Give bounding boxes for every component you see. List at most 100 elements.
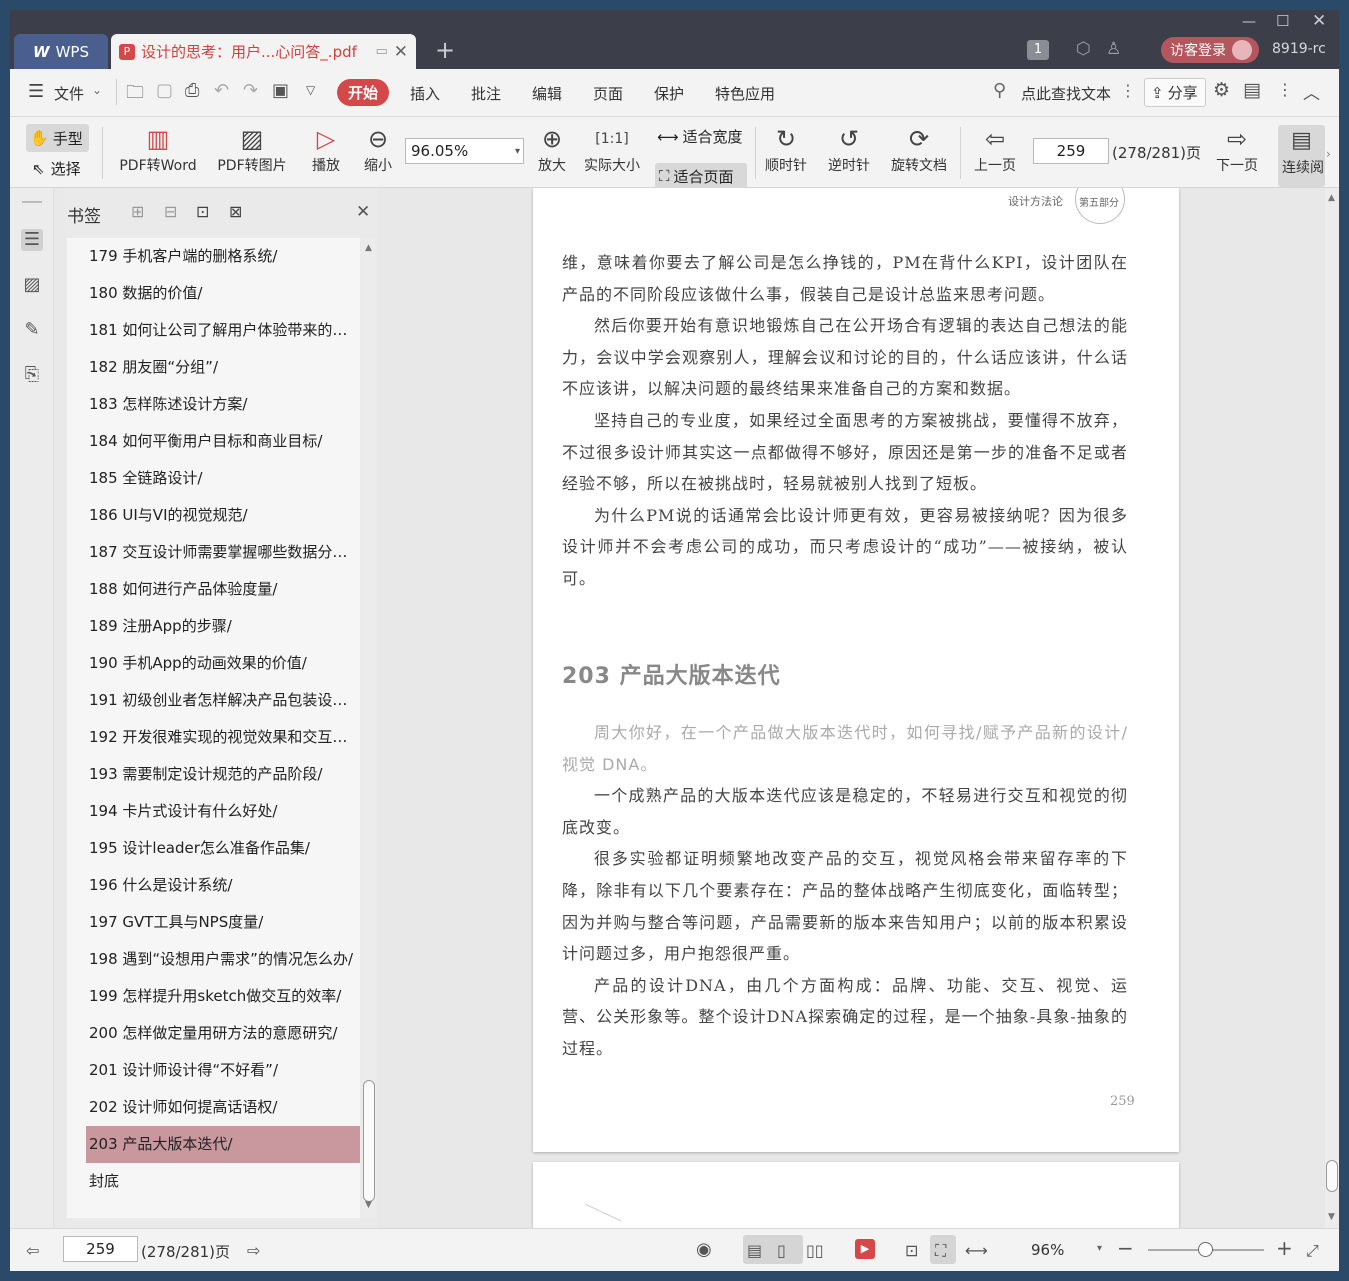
screen-icon[interactable]: ▭ xyxy=(375,44,387,59)
bookmark-item[interactable]: 191 初级创业者怎样解决产品包装设计问题/ xyxy=(67,682,360,719)
bookmark-item[interactable]: 封底 xyxy=(67,1163,360,1200)
new-tab-icon[interactable]: + xyxy=(435,36,455,64)
close-panel-icon[interactable]: ✕ xyxy=(356,202,370,222)
status-page-input[interactable]: 259 xyxy=(63,1236,138,1262)
eye-protection-icon[interactable]: ◉ xyxy=(696,1239,712,1260)
expand-all-icon[interactable]: ⊞ xyxy=(131,202,144,221)
zoom-in-button[interactable]: ⊕ 放大 xyxy=(532,123,572,175)
bookmark-item[interactable]: 187 交互设计师需要掌握哪些数据分析方法/ xyxy=(67,534,360,571)
tab-special[interactable]: 特色应用 xyxy=(715,83,775,104)
bookmark-item[interactable]: 184 如何平衡用户目标和商业目标/ xyxy=(67,423,360,460)
bookmark-item[interactable]: 201 设计师设计得“不好看”/ xyxy=(67,1052,360,1089)
next-page-arrow-icon[interactable]: ⇨ xyxy=(247,1241,260,1260)
bookmark-item[interactable]: 195 设计leader怎么准备作品集/ xyxy=(67,830,360,867)
fit-width-icon[interactable]: ⟷ xyxy=(965,1241,988,1260)
tab-annotate[interactable]: 批注 xyxy=(471,83,501,104)
file-menu[interactable]: 文件 xyxy=(54,83,84,104)
bookmark-item[interactable]: 189 注册App的步骤/ xyxy=(67,608,360,645)
bookmark-item[interactable]: 193 需要制定设计规范的产品阶段/ xyxy=(67,756,360,793)
thumbnail-icon[interactable]: ▨ xyxy=(21,274,43,296)
save-icon[interactable]: ▢ xyxy=(156,80,173,101)
undo-icon[interactable]: ↶ xyxy=(214,80,229,101)
bookmark-item[interactable]: 186 UI与VI的视觉规范/ xyxy=(67,497,360,534)
print-icon[interactable]: ⎙ xyxy=(185,80,199,101)
collapse-ribbon-icon[interactable]: ︿ xyxy=(1303,79,1320,104)
zoom-plus-icon[interactable]: + xyxy=(1276,1236,1293,1260)
double-page-view-icon[interactable]: ▯▯ xyxy=(806,1241,824,1260)
bookmark-item[interactable]: 194 卡片式设计有什么好处/ xyxy=(67,793,360,830)
attachment-icon[interactable]: ⎘ xyxy=(21,364,43,386)
bookmark-item[interactable]: 179 手机客户端的删格系统/ xyxy=(67,238,360,275)
window-count-badge[interactable]: 1 xyxy=(1027,40,1049,60)
tab-edit[interactable]: 编辑 xyxy=(532,83,562,104)
more-dropdown-icon[interactable]: ▽ xyxy=(306,83,315,97)
play-button[interactable]: ▷ 播放 xyxy=(306,123,346,175)
skin-icon[interactable]: ⬡ xyxy=(1076,39,1091,59)
rotate-document-button[interactable]: ⟳ 旋转文档 xyxy=(886,123,952,175)
zoom-slider-thumb[interactable] xyxy=(1198,1242,1213,1257)
bookmark-item[interactable]: 198 遇到“设想用户需求”的情况怎么办/ xyxy=(67,941,360,978)
scroll-thumb[interactable] xyxy=(1326,1160,1338,1192)
close-window-icon[interactable]: ✕ xyxy=(1312,11,1326,31)
zoom-minus-icon[interactable]: − xyxy=(1117,1236,1134,1260)
toolbar-scroll-right-icon[interactable]: › xyxy=(1326,147,1331,161)
tab-start[interactable]: 开始 xyxy=(337,79,390,106)
maximize-icon[interactable]: ☐ xyxy=(1276,12,1289,30)
continuous-view-icon[interactable]: ▤ xyxy=(747,1241,762,1260)
scroll-up-icon[interactable]: ▲ xyxy=(365,243,372,253)
select-tool-button[interactable]: ⇖ 选择 xyxy=(32,158,81,179)
prev-page-arrow-icon[interactable]: ⇦ xyxy=(26,1241,39,1260)
add-bookmark-icon[interactable]: ⊡ xyxy=(196,202,209,221)
bookmark-item[interactable]: 196 什么是设计系统/ xyxy=(67,867,360,904)
previous-page-button[interactable]: ⇦ 上一页 xyxy=(970,123,1020,175)
scroll-thumb[interactable] xyxy=(363,1080,375,1202)
annotation-icon[interactable]: ✎ xyxy=(21,319,43,341)
minimize-icon[interactable]: — xyxy=(1242,14,1256,30)
tab-document[interactable]: P 设计的思考：用户...心问答_.pdf ▭ ✕ xyxy=(111,34,416,69)
bookmark-item[interactable]: 197 GVT工具与NPS度量/ xyxy=(67,904,360,941)
single-page-view-icon[interactable]: ▯ xyxy=(777,1241,786,1260)
drag-handle[interactable] xyxy=(22,201,42,203)
bookmark-item[interactable]: 192 开发很难实现的视觉效果和交互效果/ xyxy=(67,719,360,756)
search-text-button[interactable]: 点此查找文本 xyxy=(1021,83,1111,104)
scroll-up-icon[interactable]: ▲ xyxy=(1328,193,1335,203)
bookmark-item[interactable]: 202 设计师如何提高话语权/ xyxy=(67,1089,360,1126)
fit-page-icon[interactable]: ⛶ xyxy=(935,1241,946,1261)
shirt-icon[interactable]: ♙ xyxy=(1106,39,1121,59)
document-scrollbar[interactable]: ▲ ▼ xyxy=(1325,188,1339,1228)
bookmark-item[interactable]: 188 如何进行产品体验度量/ xyxy=(67,571,360,608)
bookmark-options-icon[interactable]: ⊠ xyxy=(229,202,242,221)
tab-page[interactable]: 页面 xyxy=(593,83,623,104)
comment-icon[interactable]: ▤ xyxy=(1243,79,1261,101)
pdf-to-image-button[interactable]: ▨ PDF转图片 xyxy=(212,123,292,175)
bookmark-item[interactable]: 180 数据的价值/ xyxy=(67,275,360,312)
fullscreen-icon[interactable]: ⤢ xyxy=(1306,1241,1319,1261)
search-icon[interactable]: ⚲ xyxy=(993,80,1006,101)
continuous-read-button[interactable]: ▤ 连续阅 xyxy=(1278,125,1325,187)
bookmark-item[interactable]: 181 如何让公司了解用户体验带来的价值/ xyxy=(67,312,360,349)
guest-login-button[interactable]: 访客登录 xyxy=(1161,37,1259,63)
bookmark-item[interactable]: 182 朋友圈“分组”/ xyxy=(67,349,360,386)
bookmark-list-icon[interactable]: ☰ xyxy=(21,229,43,251)
document-viewport[interactable]: 设计方法论 第五部分 维，意味着你要去了解公司是怎么挣钱的，PM在背什么KPI，… xyxy=(378,188,1325,1228)
bookmark-item[interactable]: 190 手机App的动画效果的价值/ xyxy=(67,645,360,682)
page-number-input[interactable]: 259 xyxy=(1033,138,1109,164)
next-page-button[interactable]: ⇨ 下一页 xyxy=(1212,123,1262,175)
scroll-down-icon[interactable]: ▼ xyxy=(365,1200,372,1210)
close-tab-icon[interactable]: ✕ xyxy=(394,42,408,62)
actual-size-button[interactable]: [1:1] 实际大小 xyxy=(580,123,644,175)
bookmark-item-selected[interactable]: 203 产品大版本迭代/ xyxy=(86,1126,360,1163)
rotate-counterclockwise-button[interactable]: ↺ 逆时针 xyxy=(825,123,873,175)
more-vertical-icon[interactable]: ⋮ xyxy=(1120,81,1136,100)
scroll-down-icon[interactable]: ▼ xyxy=(1328,1212,1335,1222)
fit-width-button[interactable]: ⟷ 适合宽度 xyxy=(657,126,743,147)
export-image-icon[interactable]: ▣ xyxy=(272,80,289,101)
hamburger-icon[interactable]: ☰ xyxy=(28,81,44,102)
actual-size-icon[interactable]: ⊡ xyxy=(905,1241,918,1260)
bookmark-item[interactable]: 200 怎样做定量用研方法的意愿研究/ xyxy=(67,1015,360,1052)
chevron-down-icon[interactable]: ⌄ xyxy=(92,83,102,97)
share-button[interactable]: ⇪ 分享 xyxy=(1144,78,1206,107)
tab-insert[interactable]: 插入 xyxy=(410,83,440,104)
bookmark-scrollbar[interactable]: ▲ ▼ xyxy=(362,238,376,1218)
tab-wps-home[interactable]: W WPS xyxy=(14,34,108,69)
